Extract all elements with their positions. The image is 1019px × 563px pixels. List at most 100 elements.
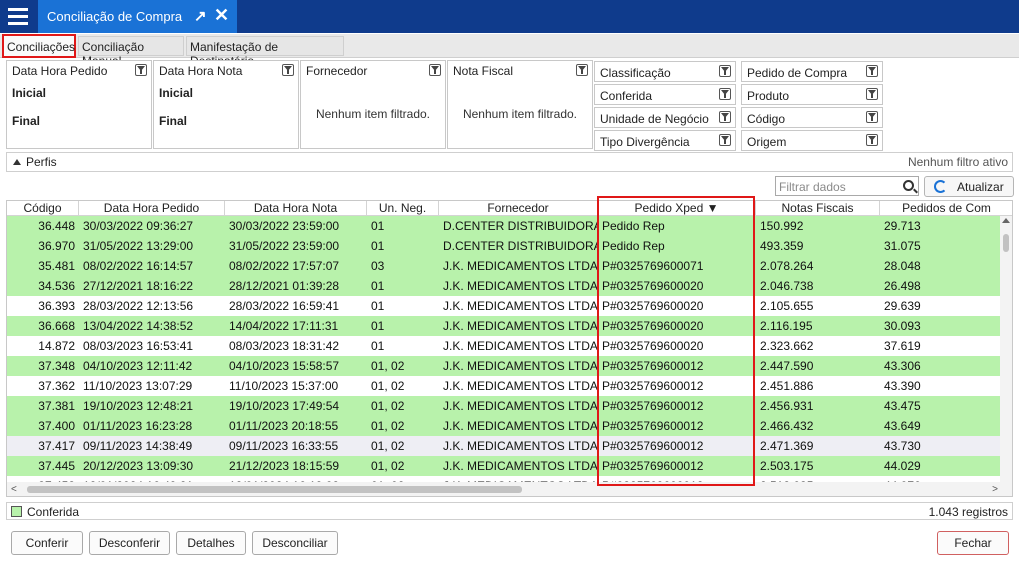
cell-un-neg: 01 (371, 299, 385, 313)
table-row[interactable]: 37.381 19/10/2023 12:48:21 19/10/2023 17:4… (7, 396, 1002, 416)
cell-data-hora-pedido: 20/12/2023 13:09:30 (83, 459, 194, 473)
filter-nota-fiscal: Nota Fiscal Nenhum item filtrado. (447, 60, 593, 149)
header-col-un-neg[interactable]: Un. Neg. (367, 201, 439, 216)
desconferir-button[interactable]: Desconferir (89, 531, 170, 555)
conferir-button[interactable]: Conferir (11, 531, 83, 555)
cell-pedido-xped: P#0325769600012 (602, 419, 704, 433)
refresh-button[interactable]: Atualizar (924, 176, 1014, 197)
filter-data-hora-nota: Data Hora Nota Inicial Final (153, 60, 299, 149)
table-row[interactable]: 37.400 01/11/2023 16:23:28 01/11/2023 20:1… (7, 416, 1002, 436)
cell-fornecedor: J.K. MEDICAMENTOS LTDA (443, 359, 598, 373)
filter-conferida[interactable]: Conferida (594, 84, 736, 105)
scroll-right-icon[interactable]: > (992, 484, 998, 495)
cell-codigo: 37.417 (38, 439, 75, 453)
search-icon[interactable] (903, 180, 914, 191)
filter-icon[interactable] (719, 111, 731, 123)
filter-initial-label[interactable]: Inicial (12, 86, 46, 100)
desconciliar-button[interactable]: Desconciliar (252, 531, 338, 555)
cell-data-hora-nota: 31/05/2022 23:59:00 (229, 239, 340, 253)
table-row[interactable]: 37.417 09/11/2023 14:38:49 09/11/2023 16:3… (7, 436, 1002, 456)
horizontal-scrollbar[interactable]: < > (7, 482, 1012, 496)
filter-icon[interactable] (429, 64, 441, 76)
cell-data-hora-nota: 09/11/2023 16:33:55 (229, 439, 339, 453)
cell-codigo: 36.393 (38, 299, 75, 313)
header-col-data-hora-nota[interactable]: Data Hora Nota (225, 201, 367, 216)
menu-icon[interactable] (0, 0, 36, 33)
header-col-codigo[interactable]: Código (7, 201, 79, 216)
scroll-left-icon[interactable]: < (11, 484, 17, 495)
header-col-notas-fiscais[interactable]: Notas Fiscais (756, 201, 880, 216)
detalhes-button[interactable]: Detalhes (176, 531, 246, 555)
cell-notas-fiscais: 2.466.432 (760, 419, 814, 433)
filter-final-label[interactable]: Final (159, 114, 187, 128)
header-col-pedidos-compra[interactable]: Pedidos de Com (880, 201, 1012, 216)
header-col-pedido-xped[interactable]: Pedido Xped ▼ (598, 201, 756, 216)
filter-icon[interactable] (576, 64, 588, 76)
table-row[interactable]: 36.393 28/03/2022 12:13:56 28/03/2022 16:5… (7, 296, 1002, 316)
search-input[interactable] (779, 179, 901, 194)
table-row[interactable]: 14.872 08/03/2023 16:53:41 08/03/2023 18:3… (7, 336, 1002, 356)
table-row[interactable]: 37.445 20/12/2023 13:09:30 21/12/2023 18:1… (7, 456, 1002, 476)
filter-icon[interactable] (866, 65, 878, 77)
cell-pedido-xped: P#0325769600012 (602, 399, 704, 413)
filter-unidade-de-negocio[interactable]: Unidade de Negócio (594, 107, 736, 128)
filter-codigo[interactable]: Código (741, 107, 883, 128)
cell-un-neg: 01, 02 (371, 419, 405, 433)
filter-icon[interactable] (719, 134, 731, 146)
table-row[interactable]: 34.536 27/12/2021 18:16:22 28/12/2021 01:3… (7, 276, 1002, 296)
cell-data-hora-pedido: 30/03/2022 09:36:27 (83, 219, 194, 233)
fechar-button[interactable]: Fechar (937, 531, 1009, 555)
cell-fornecedor: J.K. MEDICAMENTOS LTDA (443, 279, 598, 293)
expand-arrow-icon[interactable] (13, 159, 21, 165)
table-row[interactable]: 35.481 08/02/2022 16:14:57 08/02/2022 17:5… (7, 256, 1002, 276)
filter-icon[interactable] (866, 134, 878, 146)
cell-codigo: 37.381 (38, 399, 75, 413)
cell-notas-fiscais: 2.078.264 (760, 259, 814, 273)
cell-fornecedor: J.K. MEDICAMENTOS LTDA (443, 379, 598, 393)
cell-un-neg: 01 (371, 319, 385, 333)
table-row[interactable]: 36.970 31/05/2022 13:29:00 31/05/2022 23:5… (7, 236, 1002, 256)
filter-pedido-de-compra[interactable]: Pedido de Compra (741, 61, 883, 82)
search-box (775, 176, 919, 196)
header-col-fornecedor[interactable]: Fornecedor (439, 201, 598, 216)
filter-title: Data Hora Nota (159, 64, 243, 78)
horizontal-scroll-thumb[interactable] (27, 486, 522, 493)
vertical-scroll-thumb[interactable] (1003, 234, 1009, 252)
cell-pedidos-compra: 43.649 (884, 419, 921, 433)
table-row[interactable]: 36.448 30/03/2022 09:36:27 30/03/2022 23:5… (7, 216, 1002, 236)
filter-final-label[interactable]: Final (12, 114, 40, 128)
filter-title: Tipo Divergência (600, 135, 690, 149)
cell-notas-fiscais: 2.471.369 (760, 439, 814, 453)
table-row[interactable]: 36.668 13/04/2022 14:38:52 14/04/2022 17:1… (7, 316, 1002, 336)
cell-pedido-xped: P#0325769600071 (602, 259, 704, 273)
filter-icon[interactable] (866, 111, 878, 123)
filter-origem[interactable]: Origem (741, 130, 883, 151)
cell-codigo: 35.481 (38, 259, 75, 273)
filter-produto[interactable]: Produto (741, 84, 883, 105)
filter-tipo-divergencia[interactable]: Tipo Divergência (594, 130, 736, 151)
filter-icon[interactable] (719, 88, 731, 100)
filter-title: Classificação (600, 66, 671, 80)
filter-icon[interactable] (719, 65, 731, 77)
filter-icon[interactable] (135, 64, 147, 76)
tab-manifestacao-destinatario[interactable]: Manifestação de Destinatário (186, 36, 344, 68)
table-row[interactable]: 37.348 04/10/2023 12:11:42 04/10/2023 15:5… (7, 356, 1002, 376)
vertical-scrollbar[interactable] (1000, 216, 1012, 482)
close-icon[interactable]: ✕ (214, 5, 229, 26)
table-row[interactable]: 37.362 11/10/2023 13:07:29 11/10/2023 15:3… (7, 376, 1002, 396)
filter-icon[interactable] (282, 64, 294, 76)
filter-icon[interactable] (866, 88, 878, 100)
tab-conciliacao-manual[interactable]: Conciliação Manual (78, 36, 184, 68)
popout-icon[interactable]: ↗ (194, 7, 207, 25)
tab-conciliacoes[interactable]: Conciliações (2, 34, 76, 58)
cell-pedido-xped: P#0325769600020 (602, 339, 704, 353)
filter-classificacao[interactable]: Classificação (594, 61, 736, 82)
window-tab[interactable]: Conciliação de Compra ↗ ✕ (38, 0, 237, 33)
cell-data-hora-pedido: 04/10/2023 12:11:42 (83, 359, 193, 373)
cell-un-neg: 01 (371, 279, 385, 293)
cell-pedidos-compra: 43.306 (884, 359, 921, 373)
header-col-data-hora-pedido[interactable]: Data Hora Pedido (79, 201, 225, 216)
filter-initial-label[interactable]: Inicial (159, 86, 193, 100)
perfis-bar[interactable]: Perfis Nenhum filtro ativo (6, 152, 1013, 172)
scroll-up-icon[interactable] (1002, 218, 1010, 223)
